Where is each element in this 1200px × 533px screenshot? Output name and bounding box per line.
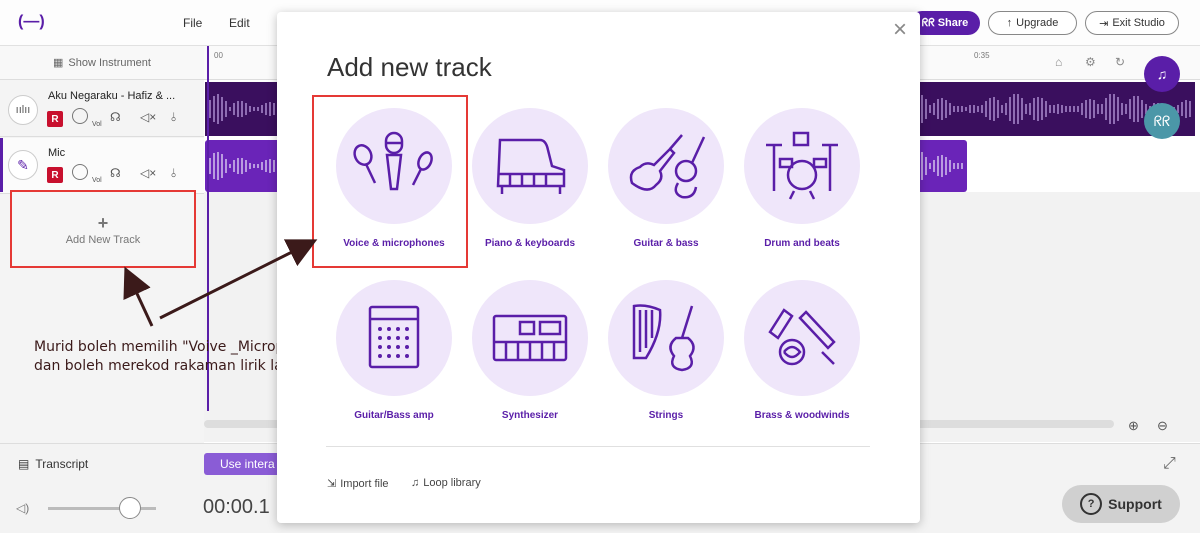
- arrow-to-add-track: [123, 266, 154, 327]
- annotation-arrows: [123, 239, 318, 327]
- arrow-to-voice-tile: [159, 239, 318, 320]
